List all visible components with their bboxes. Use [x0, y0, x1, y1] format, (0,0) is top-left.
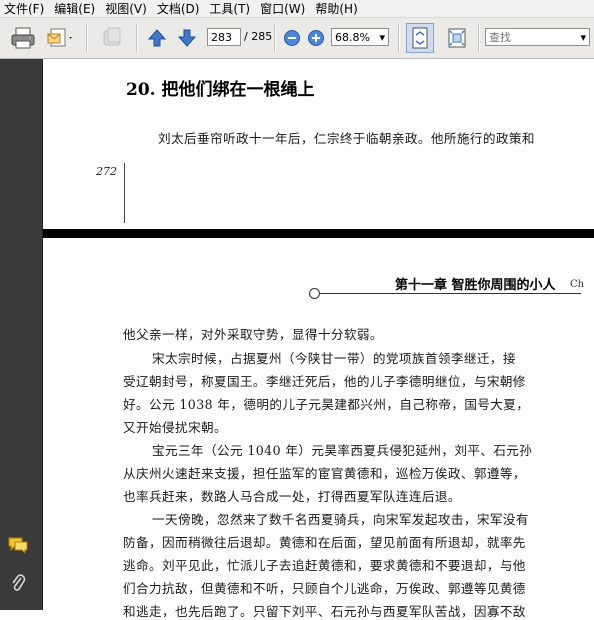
chevron-down-icon: ▾ [379, 31, 385, 44]
pdf-page-272: 20. 把他们绑在一根绳上 刘太后垂帘听政十一年后，仁宗终于临朝亲政。他所施行的… [43, 59, 594, 229]
fit-page-icon[interactable] [406, 23, 434, 53]
body-line: 也率兵赶来，数路人马合成一处，打得西夏军队连连后退。 [123, 489, 461, 504]
zoom-in-icon[interactable] [306, 28, 326, 48]
body-line: 逃命。刘平见此，忙派儿子去追赶黄德和，要求黄德和不要退却，与他 [123, 558, 526, 573]
hand-tool-icon[interactable] [98, 24, 128, 52]
print-icon[interactable] [8, 24, 38, 52]
email-icon[interactable] [44, 24, 76, 52]
chapter-badge: Ch [570, 279, 585, 290]
search-placeholder: 查找 [489, 31, 511, 44]
menu-edit[interactable]: 编辑(E) [50, 0, 101, 17]
body-line: 又开始侵扰宋朝。 [123, 420, 227, 435]
search-dropdown-icon: ▾ [580, 31, 586, 44]
chapter-header: 第十一章 智胜你周围的小人 [395, 278, 556, 293]
page-number-input[interactable]: 283 [207, 28, 241, 46]
page-gap [43, 229, 594, 238]
comments-icon[interactable] [6, 533, 30, 557]
next-page-icon[interactable] [176, 26, 198, 50]
body-line: 从庆州火速赶来支援，担任监军的宦官黄德和，巡检万俟政、郭遵等， [123, 466, 526, 481]
menu-help[interactable]: 帮助(H) [311, 0, 363, 17]
zoom-out-icon[interactable] [282, 28, 302, 48]
header-rule [319, 293, 581, 294]
body-line: 宋太宗时候，占据夏州（今陕甘一带）的党项族首领李继迁，接 [152, 351, 516, 366]
menu-document[interactable]: 文档(D) [153, 0, 206, 17]
navigation-pane [0, 59, 43, 610]
chapter-title: 20. 把他们绑在一根绳上 [126, 80, 315, 100]
body-line: 刘太后垂帘听政十一年后，仁宗终于临朝亲政。他所施行的政策和 [158, 131, 535, 146]
zoom-select[interactable]: 68.8% ▾ [331, 28, 389, 46]
menu-tools[interactable]: 工具(T) [205, 0, 256, 17]
body-line: 宝元三年（公元 1040 年）元昊率西夏兵侵犯延州，刘平、石元孙 [152, 443, 533, 458]
page-total-label: / 285 [244, 30, 273, 43]
pdf-page-273: 第十一章 智胜你周围的小人 Ch 他父亲一样，对外采取守势，显得十分软弱。 宋太… [43, 238, 594, 619]
menu-file[interactable]: 文件(F) [0, 0, 50, 17]
menu-bar: 文件(F) 编辑(E) 视图(V) 文档(D) 工具(T) 窗口(W) 帮助(H… [0, 0, 594, 18]
fit-width-icon[interactable] [443, 23, 471, 53]
menu-view[interactable]: 视图(V) [101, 0, 153, 17]
margin-bar [124, 163, 125, 223]
toolbar: 283 / 285 68.8% ▾ 查找 ▾ [0, 18, 594, 59]
zoom-value: 68.8% [335, 31, 370, 44]
page-number: 272 [96, 165, 117, 178]
body-line: 们合力抗敌，但黄德和不听，只顾自个儿逃命，万俟政、郭遵等见黄德 [123, 581, 526, 596]
body-line: 和逃走，也先后跑了。只留下刘平、石元孙与西夏军队苦战，因寡不敌 [123, 604, 526, 619]
menu-window[interactable]: 窗口(W) [256, 0, 311, 17]
body-line: 防备，因而稍微往后退却。黄德和在后面，望见前面有所退却，就率先 [123, 535, 526, 550]
body-line: 一天傍晚，忽然来了数千名西夏骑兵，向宋军发起攻击，宋军没有 [152, 512, 529, 527]
previous-page-icon[interactable] [146, 26, 168, 50]
attachments-icon[interactable] [6, 571, 30, 595]
body-line: 他父亲一样，对外采取守势，显得十分软弱。 [123, 327, 383, 342]
body-line: 好。公元 1038 年，德明的儿子元昊建都兴州，自己称帝，国号大夏， [123, 397, 530, 412]
body-line: 受辽朝封号，称夏国王。李继迁死后，他的儿子李德明继位，与宋朝修 [123, 374, 526, 389]
search-input[interactable]: 查找 ▾ [485, 28, 590, 46]
